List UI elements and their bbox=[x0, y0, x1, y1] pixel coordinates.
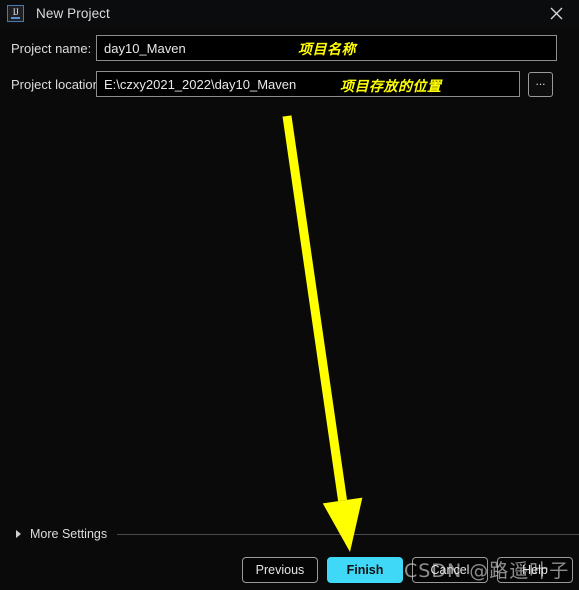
project-location-row: Project location: E:\czxy2021_2022\day10… bbox=[0, 71, 579, 97]
new-project-dialog: IJ New Project Project name: day10_Maven… bbox=[0, 0, 579, 590]
project-location-input[interactable]: E:\czxy2021_2022\day10_Maven bbox=[96, 71, 520, 97]
cancel-button[interactable]: Cancel bbox=[412, 557, 488, 583]
browse-folder-button[interactable]: ... bbox=[528, 71, 553, 97]
ellipsis-icon: ... bbox=[535, 74, 546, 88]
help-button[interactable]: Help bbox=[497, 557, 573, 583]
previous-button[interactable]: Previous bbox=[242, 557, 318, 583]
project-location-label: Project location: bbox=[11, 76, 104, 92]
annotation-arrow-shaft bbox=[282, 115, 348, 502]
annotation-project-name: 项目名称 bbox=[298, 42, 356, 58]
app-icon-label: IJ bbox=[12, 7, 19, 17]
project-name-label: Project name: bbox=[11, 40, 92, 56]
project-name-value: day10_Maven bbox=[104, 40, 186, 56]
dialog-button-bar: Previous Finish Cancel Help bbox=[0, 554, 579, 586]
title-bar: IJ New Project bbox=[0, 0, 579, 27]
annotation-project-location: 项目存放的位置 bbox=[340, 79, 442, 95]
separator-line bbox=[117, 533, 579, 535]
more-settings-expander[interactable]: More Settings bbox=[0, 524, 579, 544]
chevron-right-icon bbox=[16, 530, 21, 538]
intellij-idea-icon: IJ bbox=[7, 5, 24, 22]
project-name-row: Project name: day10_Maven bbox=[0, 35, 579, 61]
finish-button[interactable]: Finish bbox=[327, 557, 403, 583]
close-icon bbox=[550, 7, 562, 20]
project-location-value: E:\czxy2021_2022\day10_Maven bbox=[104, 76, 297, 92]
more-settings-label: More Settings bbox=[30, 527, 108, 541]
close-button[interactable] bbox=[533, 0, 579, 27]
window-title: New Project bbox=[36, 6, 110, 21]
